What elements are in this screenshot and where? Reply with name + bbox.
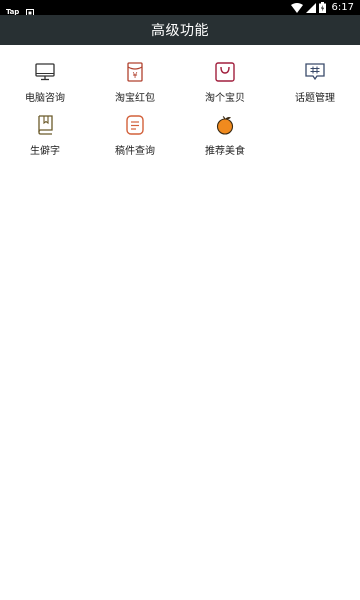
document-list-icon (124, 114, 146, 136)
feature-computer-consult[interactable]: 电脑咨询 (0, 61, 90, 114)
topic-hashtag-icon (304, 61, 326, 83)
dictionary-book-icon (34, 114, 56, 136)
svg-text:¥: ¥ (132, 71, 137, 80)
feature-grid: 电脑咨询 ¥ 淘宝红包 淘个宝贝 话题管理 生僻字 稿件查询 推荐美食 (0, 45, 360, 167)
feature-taobao-redpacket[interactable]: ¥ 淘宝红包 (90, 61, 180, 114)
shopping-bag-icon (214, 61, 236, 83)
title-bar: 高级功能 (0, 15, 360, 45)
feature-rare-chars[interactable]: 生僻字 (0, 114, 90, 167)
feature-label: 稿件查询 (115, 146, 155, 157)
orange-fruit-icon (214, 114, 236, 136)
status-right: 6:17 (290, 1, 354, 14)
status-time: 6:17 (331, 2, 354, 13)
monitor-icon (34, 61, 56, 83)
feature-topic-manage[interactable]: 话题管理 (270, 61, 360, 114)
page-title: 高级功能 (151, 23, 209, 39)
feature-label: 话题管理 (295, 93, 335, 104)
feature-label: 电脑咨询 (25, 93, 65, 104)
feature-manuscript-query[interactable]: 稿件查询 (90, 114, 180, 167)
feature-label: 生僻字 (30, 146, 60, 157)
feature-label: 推荐美食 (205, 146, 245, 157)
feature-label: 淘宝红包 (115, 93, 155, 104)
feature-recommend-food[interactable]: 推荐美食 (180, 114, 270, 167)
status-bar: Tap 6:17 (0, 0, 360, 17)
red-envelope-icon: ¥ (124, 61, 146, 83)
feature-label: 淘个宝贝 (205, 93, 245, 104)
feature-taobao-item[interactable]: 淘个宝贝 (180, 61, 270, 114)
